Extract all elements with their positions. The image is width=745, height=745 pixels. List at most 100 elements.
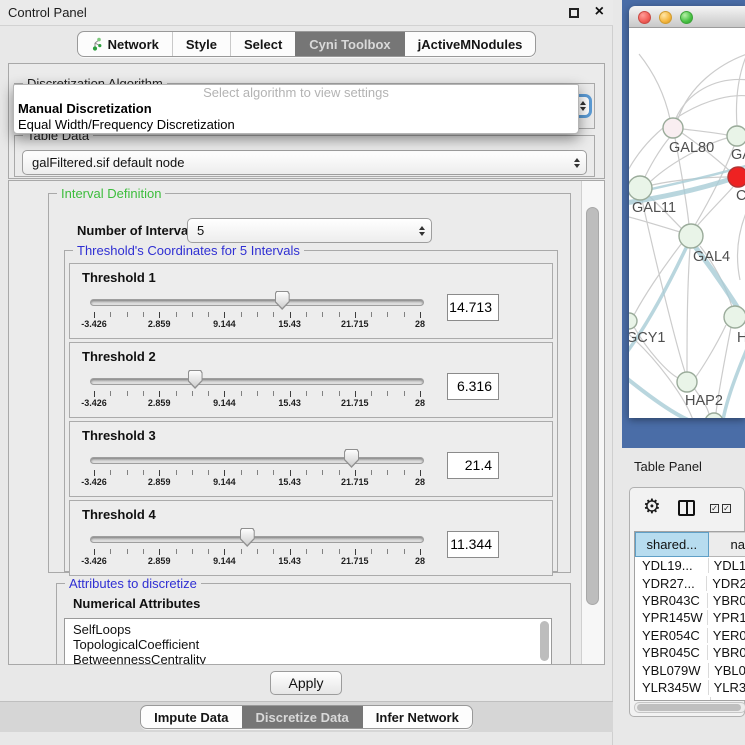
tab-discretize-data[interactable]: Discretize Data (242, 706, 362, 728)
settings-scrollbar[interactable] (581, 181, 604, 664)
numerical-attributes-list[interactable]: SelfLoopsTopologicalCoefficientBetweenne… (64, 618, 552, 665)
network-window-titlebar[interactable] (629, 6, 745, 28)
cell-name[interactable]: YDR2 (707, 576, 745, 591)
slider-track[interactable] (90, 378, 424, 385)
tick-label: 15.43 (266, 398, 314, 408)
network-node-gal80[interactable] (663, 118, 683, 138)
cell-shared-name[interactable]: YBR045C (635, 645, 708, 660)
tab-network[interactable]: Network (78, 32, 172, 56)
cell-shared-name[interactable]: YBL079W (635, 663, 709, 678)
cell-name[interactable]: YBR0 (708, 645, 745, 660)
network-node-gal11[interactable] (629, 176, 652, 200)
cell-name[interactable]: YLR3 (709, 680, 745, 695)
settings-gear-icon[interactable]: ⚙ (643, 496, 661, 518)
tab-impute-data[interactable]: Impute Data (141, 706, 241, 728)
zoom-traffic-light-icon[interactable] (680, 11, 693, 24)
minimize-traffic-light-icon[interactable] (659, 11, 672, 24)
attribute-list-item[interactable]: TopologicalCoefficient (65, 637, 551, 652)
settings-scrollbar-thumb[interactable] (586, 207, 599, 605)
table-row[interactable]: YDL19...YDL1 (635, 557, 745, 574)
threshold-value-field[interactable]: 14.713 (447, 294, 499, 321)
apply-button[interactable]: Apply (270, 671, 342, 695)
cell-name[interactable]: YPR1 (708, 610, 745, 625)
table-hscrollbar-thumb[interactable] (637, 704, 741, 711)
attribute-list-item[interactable]: SelfLoops (65, 622, 551, 637)
tab-cyni-toolbox[interactable]: Cyni Toolbox (295, 32, 403, 56)
network-node-hap2[interactable] (677, 372, 697, 392)
table-row[interactable]: YBR043CYBR0 (635, 592, 745, 609)
cell-shared-name[interactable]: YPR145W (635, 610, 708, 625)
algorithm-option[interactable]: Equal Width/Frequency Discretization (14, 117, 578, 133)
slider-handle[interactable] (240, 528, 255, 547)
network-node-gcy1[interactable] (629, 313, 637, 329)
cell-shared-name[interactable]: YBR043C (635, 593, 708, 608)
list-scrollbar-thumb[interactable] (540, 621, 549, 661)
slider-track[interactable] (90, 299, 424, 306)
thresholds-group-title: Threshold's Coordinates for 5 Intervals (73, 243, 304, 258)
attribute-list-item[interactable]: BetweennessCentrality (65, 652, 551, 665)
tick-mark (159, 470, 160, 476)
row-checkboxes-icon[interactable]: ✓ ✓ (710, 504, 731, 513)
table-row[interactable]: YDR27...YDR2 (635, 574, 745, 591)
tick-mark (257, 312, 258, 317)
number-of-intervals-select[interactable]: 5 (187, 218, 432, 243)
slider-track[interactable] (90, 457, 424, 464)
cell-name[interactable]: YBL0 (709, 663, 745, 678)
network-graph: GAL80GACGAL11GAL4GCY1HHAP2 (629, 28, 745, 418)
cell-shared-name[interactable]: YER054C (635, 628, 708, 643)
close-icon[interactable]: × (595, 3, 604, 21)
table-row[interactable]: YER054CYER0 (635, 627, 745, 644)
cell-name[interactable]: YER0 (708, 628, 745, 643)
network-node-ga[interactable] (727, 126, 745, 146)
slider-handle[interactable] (188, 370, 203, 389)
table-row[interactable]: YPR145WYPR1 (635, 609, 745, 626)
tick-mark (404, 391, 405, 396)
algorithm-dropdown-popup: Select algorithm to view settings Manual… (13, 84, 579, 134)
table-row[interactable]: YLR345WYLR3 (635, 679, 745, 696)
float-window-icon[interactable] (569, 8, 579, 18)
column-layout-icon[interactable] (678, 500, 695, 516)
table-row[interactable]: YBL079WYBL0 (635, 661, 745, 678)
tick-mark (387, 549, 388, 554)
tab-style[interactable]: Style (172, 32, 230, 56)
table-hscrollbar[interactable] (634, 702, 745, 713)
algorithm-option[interactable]: Manual Discretization (14, 101, 578, 117)
threshold-panel: Threshold 4-3.4262.8599.14415.4321.71528… (69, 500, 553, 576)
table-row[interactable]: YIL052CYIL0 (635, 696, 745, 701)
table-rows: YDL19...YDL1YDR27...YDR2YBR043CYBR0YPR14… (635, 557, 745, 701)
table-row[interactable]: YBR045CYBR0 (635, 644, 745, 661)
threshold-value-field[interactable]: 21.4 (447, 452, 499, 479)
cell-shared-name[interactable]: YLR345W (635, 680, 709, 695)
slider-track[interactable] (90, 536, 424, 543)
close-traffic-light-icon[interactable] (638, 11, 651, 24)
node-label: C (736, 188, 745, 204)
cell-shared-name[interactable]: YDL19... (635, 558, 709, 573)
cell-shared-name[interactable]: YDR27... (635, 576, 707, 591)
tick-mark (110, 391, 111, 396)
cell-name[interactable]: YBR0 (708, 593, 745, 608)
slider-handle[interactable] (344, 449, 359, 468)
tick-mark (420, 549, 421, 555)
threshold-value-field[interactable]: 11.344 (447, 531, 499, 558)
cell-name[interactable]: YIL0 (711, 697, 743, 701)
tick-label: 2.859 (135, 398, 183, 408)
tick-mark (290, 312, 291, 318)
tick-mark (143, 312, 144, 317)
threshold-value-field[interactable]: 6.316 (447, 373, 499, 400)
slider-handle[interactable] (275, 291, 290, 310)
column-header-name[interactable]: na (709, 532, 745, 557)
tab-select[interactable]: Select (230, 32, 295, 56)
tab-jactivemnodules[interactable]: jActiveMNodules (404, 32, 536, 56)
table-data-select[interactable]: galFiltered.sif default node (22, 150, 587, 175)
network-node-c[interactable] (728, 167, 745, 187)
column-header-shared-name[interactable]: shared... (635, 532, 709, 557)
network-canvas[interactable]: GAL80GACGAL11GAL4GCY1HHAP2 (629, 28, 745, 418)
cell-name[interactable]: YDL1 (709, 558, 745, 573)
tab-infer-network[interactable]: Infer Network (362, 706, 472, 728)
network-node-gal4[interactable] (679, 224, 703, 248)
number-of-intervals-label: Number of Intervals (77, 223, 199, 238)
tick-label: -3.426 (70, 556, 118, 566)
cell-shared-name[interactable]: YIL052C (635, 697, 711, 701)
network-node[interactable] (705, 413, 723, 418)
network-node-h[interactable] (724, 306, 745, 328)
